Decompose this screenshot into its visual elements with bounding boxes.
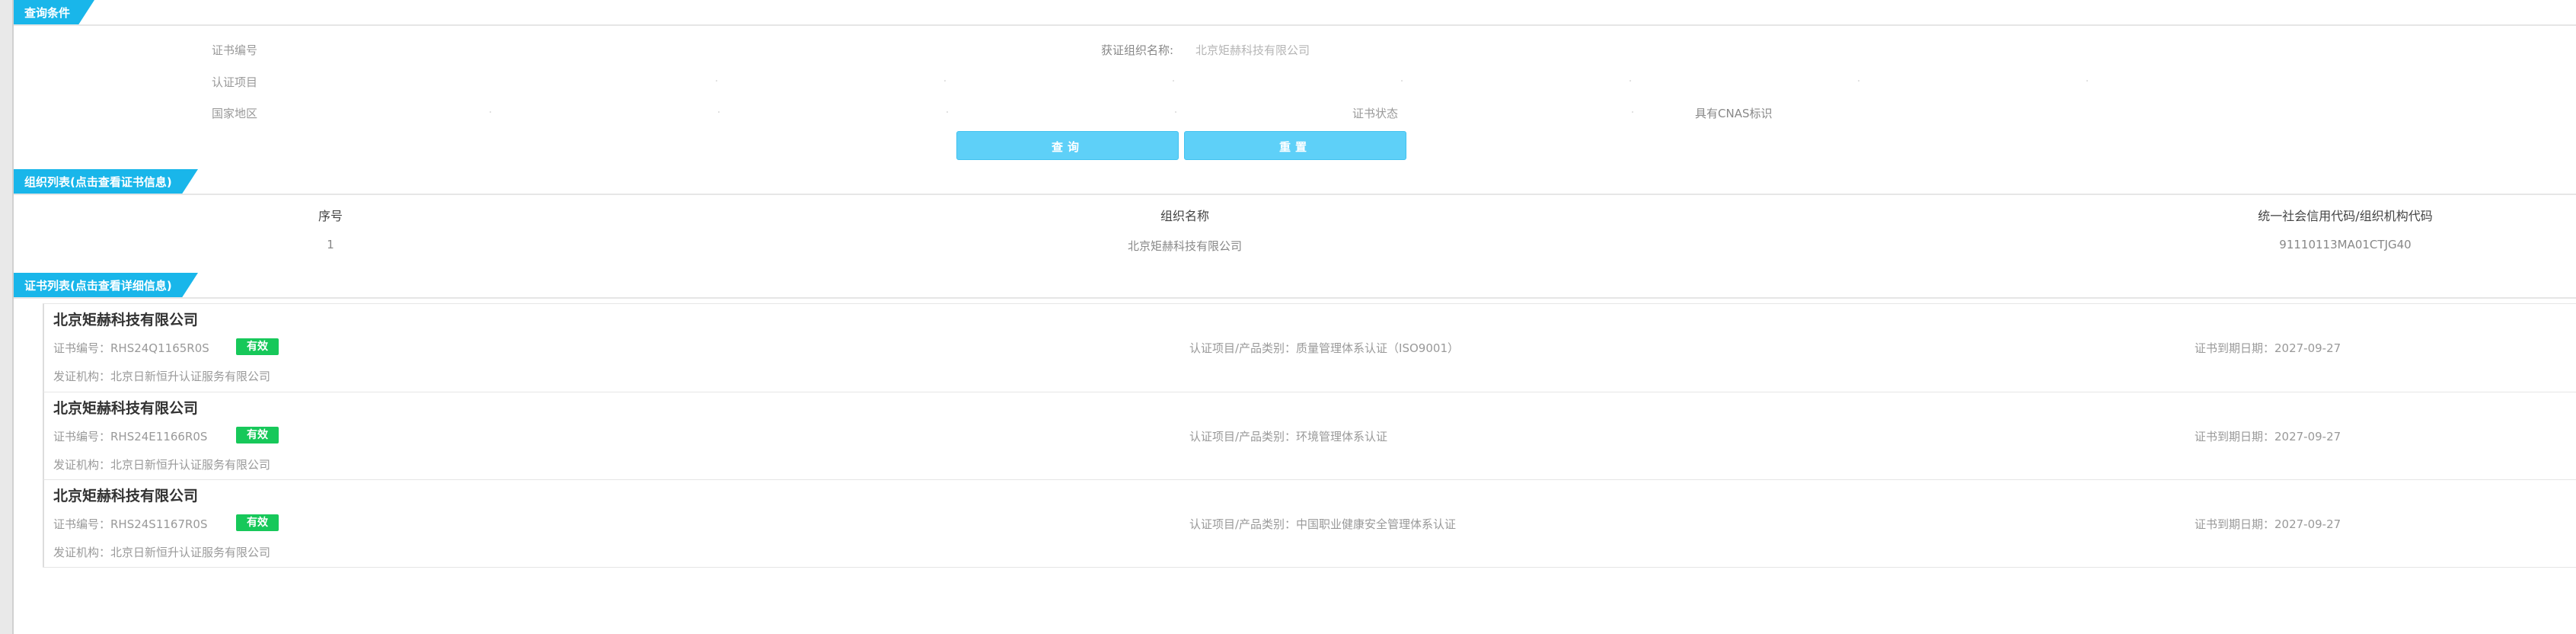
cert-issuer: 发证机构：北京日新恒升认证服务有限公司 <box>53 546 271 559</box>
cert-number: 证书编号：RHS24E1166R0S <box>53 430 208 443</box>
select-marker <box>1632 111 1633 113</box>
select-marker <box>716 80 717 82</box>
cert-org-name: 北京矩赫科技有限公司 <box>53 400 199 417</box>
select-marker <box>1630 80 1631 82</box>
select-marker <box>718 111 720 113</box>
cert-item: 认证项目/产品类别：环境管理体系认证 <box>1189 430 1388 443</box>
select-marker <box>1175 111 1176 113</box>
certificate-card[interactable]: 北京矩赫科技有限公司 证书编号：RHS24E1166R0S 有效 认证项目/产品… <box>43 392 2576 480</box>
query-button[interactable]: 查询 <box>956 131 1179 160</box>
cert-number: 证书编号：RHS24S1167R0S <box>53 517 208 531</box>
row-credit-code: 91110113MA01CTJG40 <box>2279 238 2412 251</box>
select-marker <box>2086 80 2088 82</box>
row-org-name[interactable]: 北京矩赫科技有限公司 <box>1128 238 1242 254</box>
cert-expiry: 证书到期日期：2027-09-27 <box>2195 517 2341 531</box>
cert-issuer: 发证机构：北京日新恒升认证服务有限公司 <box>53 370 271 383</box>
org-name-input[interactable]: 北京矩赫科技有限公司 <box>1195 42 1310 58</box>
cert-org-name: 北京矩赫科技有限公司 <box>53 312 199 328</box>
table-header-org-name: 组织名称 <box>1160 209 1210 223</box>
table-header-index: 序号 <box>318 209 343 223</box>
reset-button[interactable]: 重置 <box>1184 131 1406 160</box>
cert-expiry: 证书到期日期：2027-09-27 <box>2195 430 2341 443</box>
cert-number: 证书编号：RHS24Q1165R0S <box>53 341 209 355</box>
cert-no-label: 证书编号 <box>212 43 258 57</box>
table-header-credit-code: 统一社会信用代码/组织机构代码 <box>2258 209 2433 223</box>
cert-item: 认证项目/产品类别：质量管理体系认证（ISO9001） <box>1189 341 1459 355</box>
org-name-label: 获证组织名称: <box>1101 43 1174 57</box>
section-divider <box>14 297 2576 299</box>
cert-item-label: 认证项目 <box>212 75 258 89</box>
country-label: 国家地区 <box>212 107 258 120</box>
status-badge: 有效 <box>236 427 279 443</box>
row-index: 1 <box>327 238 334 251</box>
certificate-card[interactable]: 北京矩赫科技有限公司 证书编号：RHS24Q1165R0S 有效 认证项目/产品… <box>43 303 2576 392</box>
section-tag-query: 查询条件 <box>14 0 94 26</box>
select-marker <box>490 111 491 113</box>
certificate-card[interactable]: 北京矩赫科技有限公司 证书编号：RHS24S1167R0S 有效 认证项目/产品… <box>43 479 2576 568</box>
section-divider <box>14 24 2576 26</box>
status-badge: 有效 <box>236 338 279 355</box>
select-marker <box>1173 80 1174 82</box>
cert-org-name: 北京矩赫科技有限公司 <box>53 488 199 504</box>
cert-item: 认证项目/产品类别：中国职业健康安全管理体系认证 <box>1189 517 1457 531</box>
select-marker <box>1858 80 1859 82</box>
left-edge-bar <box>0 0 14 634</box>
select-marker <box>1401 80 1403 82</box>
cnas-checkbox-label[interactable]: 具有CNAS标识 <box>1695 105 1772 121</box>
cert-issuer: 发证机构：北京日新恒升认证服务有限公司 <box>53 458 271 472</box>
select-marker <box>944 80 946 82</box>
cert-expiry: 证书到期日期：2027-09-27 <box>2195 341 2341 355</box>
section-divider <box>14 194 2576 195</box>
status-badge: 有效 <box>236 514 279 531</box>
section-tag-org-list: 组织列表(点击查看证书信息) <box>14 169 198 195</box>
card-list-bottom-border <box>43 567 2576 568</box>
cert-status-label: 证书状态 <box>1352 107 1399 120</box>
select-marker <box>946 111 948 113</box>
section-tag-cert-list: 证书列表(点击查看详细信息) <box>14 273 198 299</box>
